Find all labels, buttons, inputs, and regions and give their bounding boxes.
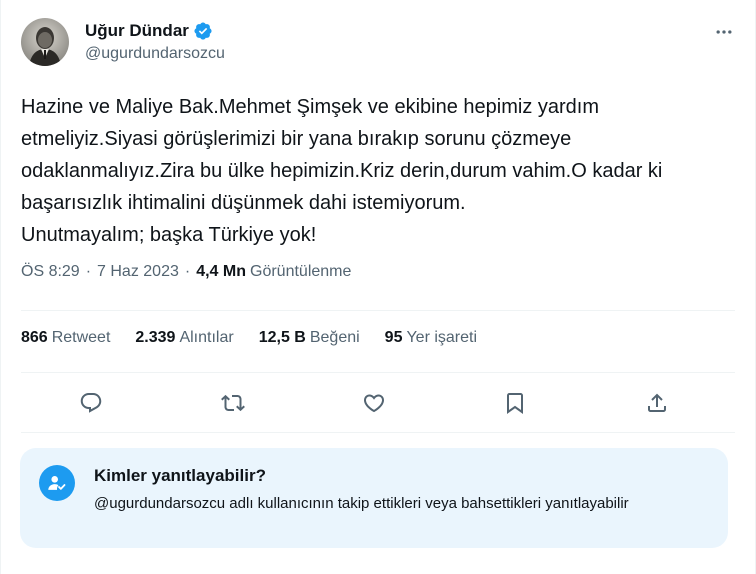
tweet-card: Uğur Dündar @ugurdundarsozcu Hazine ve M… xyxy=(0,0,756,574)
tweet-header: Uğur Dündar @ugurdundarsozcu xyxy=(21,18,735,70)
reply-restriction-description: @ugurdundarsozcu adlı kullanıcının takip… xyxy=(94,495,629,512)
quotes-label: Alıntılar xyxy=(179,329,234,346)
engagement-stats: 866 Retweet 2.339 Alıntılar 12,5 B Beğeni 9… xyxy=(21,329,502,347)
meta-separator: · xyxy=(184,263,191,280)
retweet-icon xyxy=(221,394,245,412)
reply-restriction-box: Kimler yanıtlayabilir? @ugurdundarsozcu … xyxy=(20,448,728,548)
retweets-stat[interactable]: 866 Retweet xyxy=(21,329,110,347)
divider xyxy=(21,432,735,433)
tweet-date[interactable]: 7 Haz 2023 xyxy=(97,263,179,281)
bookmarks-stat[interactable]: 95 Yer işareti xyxy=(385,329,477,347)
reply-button[interactable] xyxy=(71,383,111,423)
bookmarks-label: Yer işareti xyxy=(406,329,478,346)
tweet-text: Hazine ve Maliye Bak.Mehmet Şimşek ve ek… xyxy=(21,96,663,246)
quotes-stat[interactable]: 2.339 Alıntılar xyxy=(135,329,233,347)
likes-count: 12,5 B xyxy=(258,329,306,346)
avatar[interactable] xyxy=(21,18,69,66)
reply-icon xyxy=(80,393,102,413)
meta-separator: · xyxy=(85,263,92,280)
share-button[interactable] xyxy=(637,383,677,423)
retweets-count: 866 xyxy=(21,329,48,346)
divider xyxy=(21,372,735,373)
likes-label: Beğeni xyxy=(309,329,360,346)
retweet-button[interactable] xyxy=(213,383,253,423)
bookmark-icon xyxy=(507,393,523,414)
tweet-actions xyxy=(21,383,735,423)
likes-stat[interactable]: 12,5 B Beğeni xyxy=(259,329,360,347)
heart-icon xyxy=(363,394,385,413)
share-icon xyxy=(648,393,666,412)
divider xyxy=(21,310,735,311)
like-button[interactable] xyxy=(354,383,394,423)
author-handle[interactable]: @ugurdundarsozcu xyxy=(85,45,225,63)
quotes-count: 2.339 xyxy=(135,329,176,346)
author-name-row: Uğur Dündar xyxy=(85,21,213,41)
more-options-button[interactable] xyxy=(707,18,741,46)
user-check-icon xyxy=(48,476,66,490)
views-count: 4,4 Mn xyxy=(196,263,246,280)
bookmarks-count: 95 xyxy=(384,329,403,346)
bookmark-button[interactable] xyxy=(495,383,535,423)
views-label: Görüntülenme xyxy=(250,263,352,280)
reply-restriction-title: Kimler yanıtlayabilir? xyxy=(94,466,266,485)
profile-photo-icon xyxy=(21,18,69,66)
tweet-time[interactable]: ÖS 8:29 xyxy=(21,263,80,281)
tweet-meta: ÖS 8:29 · 7 Haz 2023 · 4,4 Mn Görüntülen… xyxy=(21,263,351,281)
reply-restriction-badge xyxy=(39,465,75,501)
verified-badge-icon xyxy=(193,21,213,41)
author-display-name[interactable]: Uğur Dündar xyxy=(85,21,189,41)
retweets-label: Retweet xyxy=(51,329,111,346)
more-horizontal-icon xyxy=(716,30,732,34)
